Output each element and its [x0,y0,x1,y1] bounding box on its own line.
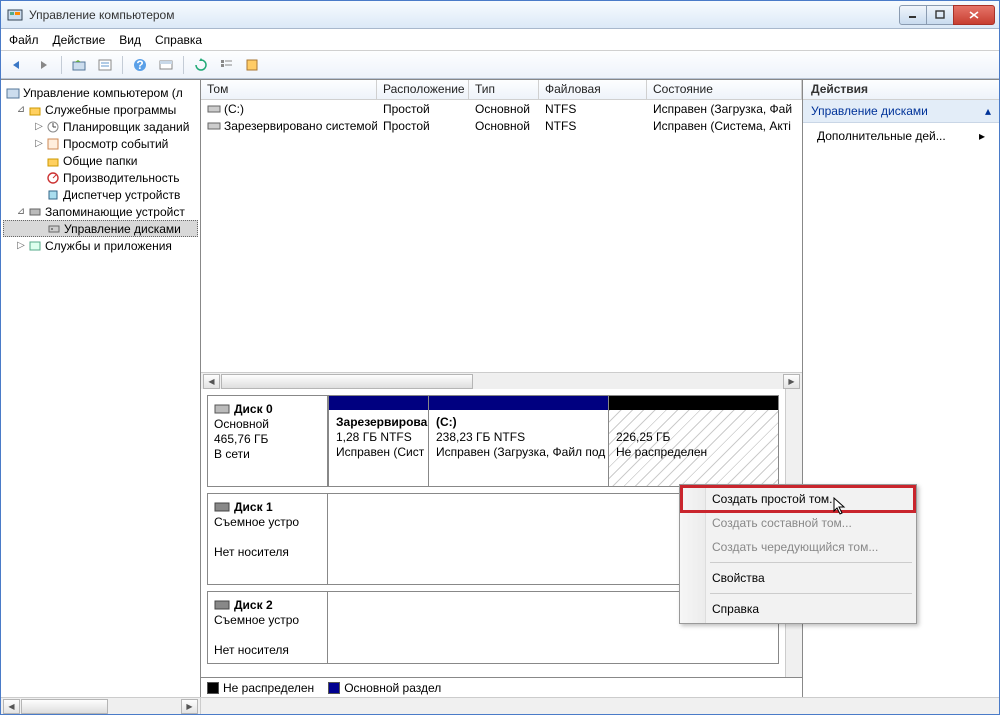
partition-c[interactable]: (C:)238,23 ГБ NTFSИсправен (Загрузка, Фа… [428,396,608,486]
minimize-button[interactable] [899,5,927,25]
volume-icon [207,120,221,132]
menu-file[interactable]: Файл [9,33,39,47]
actions-more[interactable]: Дополнительные дей...▸ [803,123,999,149]
back-button[interactable] [7,54,29,76]
volume-list: (C:) Простой Основной NTFS Исправен (Заг… [201,100,802,372]
tree-root[interactable]: Управление компьютером (л [3,84,198,101]
col-layout[interactable]: Расположение [377,80,469,99]
partition-system-reserved[interactable]: Зарезервирова1,28 ГБ NTFSИсправен (Сист [328,396,428,486]
toolbar: ? [1,51,999,79]
volume-table-header: Том Расположение Тип Файловая система Со… [201,80,802,100]
col-status[interactable]: Состояние [647,80,802,99]
list-button[interactable] [216,54,238,76]
app-icon [7,7,23,23]
statusbar: ◀ ▶ [1,697,999,714]
tree-device-manager[interactable]: Диспетчер устройств [3,186,198,203]
maximize-button[interactable] [926,5,954,25]
titlebar: Управление компьютером [1,1,999,29]
ctx-help[interactable]: Справка [682,597,914,621]
context-menu: Создать простой том... Создать составной… [679,484,917,624]
volume-row[interactable]: Зарезервировано системой Простой Основно… [201,117,802,134]
svg-text:?: ? [136,58,143,72]
legend: Не распределен Основной раздел [201,677,802,697]
ctx-create-simple-volume[interactable]: Создать простой том... [682,487,914,511]
window-title: Управление компьютером [29,8,900,22]
navigation-tree: Управление компьютером (л ⊿Служебные про… [1,80,201,697]
properties-button[interactable] [94,54,116,76]
refresh-button[interactable] [190,54,212,76]
menubar: Файл Действие Вид Справка [1,29,999,51]
ctx-create-spanned-volume: Создать составной том... [682,511,914,535]
actions-title: Действия [803,80,999,100]
menu-help[interactable]: Справка [155,33,202,47]
tree-task-scheduler[interactable]: ▷Планировщик заданий [3,118,198,135]
view-button[interactable] [155,54,177,76]
tree-storage[interactable]: ⊿Запоминающие устройст [3,203,198,220]
disk-icon [214,599,230,611]
menu-action[interactable]: Действие [53,33,106,47]
ctx-create-striped-volume: Создать чередующийся том... [682,535,914,559]
tree-disk-management[interactable]: Управление дисками [3,220,198,237]
tree-system-tools[interactable]: ⊿Служебные программы [3,101,198,118]
tree-services-apps[interactable]: ▷Службы и приложения [3,237,198,254]
actions-section[interactable]: Управление дисками▴ [803,100,999,123]
disk-icon [214,403,230,415]
menu-view[interactable]: Вид [119,33,141,47]
volume-hscrollbar[interactable]: ◀ ▶ [201,372,802,389]
volume-row[interactable]: (C:) Простой Основной NTFS Исправен (Заг… [201,100,802,117]
forward-button[interactable] [33,54,55,76]
col-filesystem[interactable]: Файловая система [539,80,647,99]
collapse-icon: ▴ [985,104,991,118]
settings-button[interactable] [242,54,264,76]
tree-event-viewer[interactable]: ▷Просмотр событий [3,135,198,152]
volume-icon [207,103,221,115]
partition-unallocated[interactable]: 226,25 ГБНе распределен [608,396,778,486]
col-type[interactable]: Тип [469,80,539,99]
tree-performance[interactable]: Производительность [3,169,198,186]
tree-shared-folders[interactable]: Общие папки [3,152,198,169]
col-volume[interactable]: Том [201,80,377,99]
disk-row-0: Диск 0 Основной 465,76 ГБ В сети Зарезер… [207,395,779,487]
close-button[interactable] [953,5,995,25]
chevron-right-icon: ▸ [979,129,985,143]
up-button[interactable] [68,54,90,76]
help-button[interactable]: ? [129,54,151,76]
ctx-properties[interactable]: Свойства [682,566,914,590]
disk-icon [214,501,230,513]
tree-hscrollbar[interactable]: ◀ ▶ [1,698,201,714]
